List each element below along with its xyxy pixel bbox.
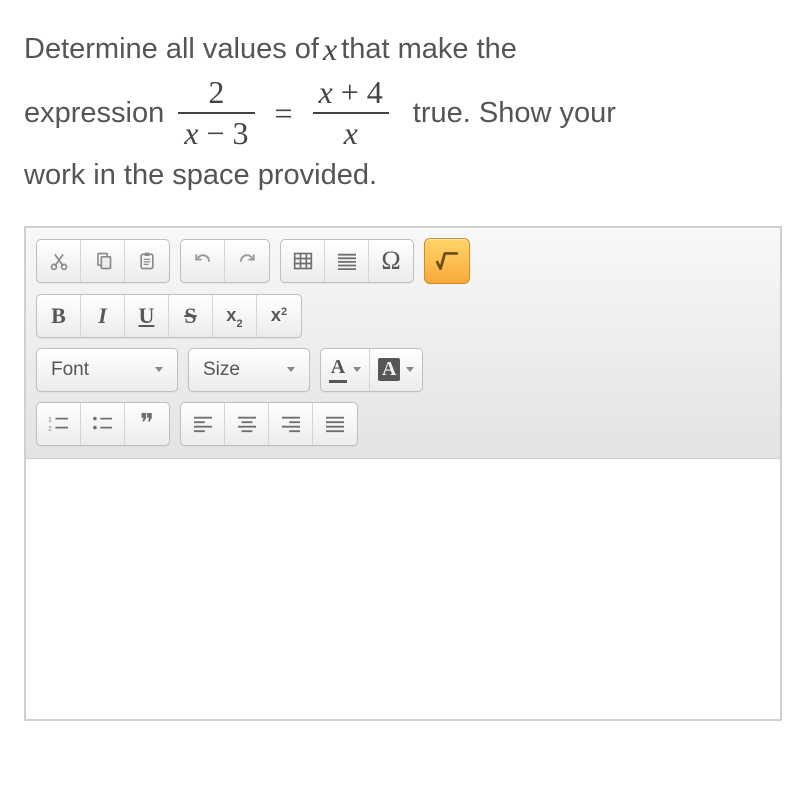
- numbered-list-button[interactable]: 12: [37, 403, 81, 445]
- chevron-down-icon: [155, 367, 163, 372]
- chevron-down-icon: [287, 367, 295, 372]
- subscript-button[interactable]: x2: [213, 295, 257, 337]
- copy-button[interactable]: [81, 240, 125, 282]
- text-color-button[interactable]: A: [321, 349, 370, 391]
- align-right-button[interactable]: [269, 403, 313, 445]
- undo-button[interactable]: [181, 240, 225, 282]
- q-line2-pre: expression: [24, 90, 164, 136]
- align-center-button[interactable]: [225, 403, 269, 445]
- blockquote-button[interactable]: ❞: [125, 403, 169, 445]
- q-line3: work in the space provided.: [24, 152, 377, 198]
- align-justify-button[interactable]: [313, 403, 357, 445]
- svg-text:1: 1: [48, 416, 52, 423]
- rich-text-editor: Ω B I U S x2 x2: [24, 226, 782, 721]
- bullet-list-button[interactable]: [81, 403, 125, 445]
- q-fraction-2: x + 4 x: [313, 75, 389, 151]
- underline-button[interactable]: U: [125, 295, 169, 337]
- paste-button[interactable]: [125, 240, 169, 282]
- question-text: Determine all values of x that make the …: [24, 24, 784, 198]
- special-char-button[interactable]: Ω: [369, 240, 413, 282]
- editor-content-area[interactable]: [26, 459, 780, 719]
- superscript-button[interactable]: x2: [257, 295, 301, 337]
- editor-toolbar: Ω B I U S x2 x2: [26, 228, 780, 459]
- chevron-down-icon: [406, 367, 414, 372]
- q-equals: =: [275, 88, 293, 139]
- align-left-button[interactable]: [181, 403, 225, 445]
- italic-button[interactable]: I: [81, 295, 125, 337]
- chevron-down-icon: [353, 367, 361, 372]
- q-fraction-1: 2 x − 3: [178, 75, 254, 151]
- q-var-x: x: [323, 24, 337, 75]
- svg-text:2: 2: [48, 425, 52, 432]
- line-spacing-button[interactable]: [325, 240, 369, 282]
- q-line2-post: true. Show your: [413, 90, 616, 136]
- strikethrough-button[interactable]: S: [169, 295, 213, 337]
- q-line1-pre: Determine all values of: [24, 26, 319, 72]
- font-size-dropdown[interactable]: Size: [189, 349, 309, 391]
- q-line1-post: that make the: [341, 26, 517, 72]
- highlight-color-button[interactable]: A: [370, 349, 422, 391]
- insert-table-button[interactable]: [281, 240, 325, 282]
- font-family-dropdown[interactable]: Font: [37, 349, 177, 391]
- redo-button[interactable]: [225, 240, 269, 282]
- bold-button[interactable]: B: [37, 295, 81, 337]
- cut-button[interactable]: [37, 240, 81, 282]
- math-editor-button[interactable]: [424, 238, 470, 284]
